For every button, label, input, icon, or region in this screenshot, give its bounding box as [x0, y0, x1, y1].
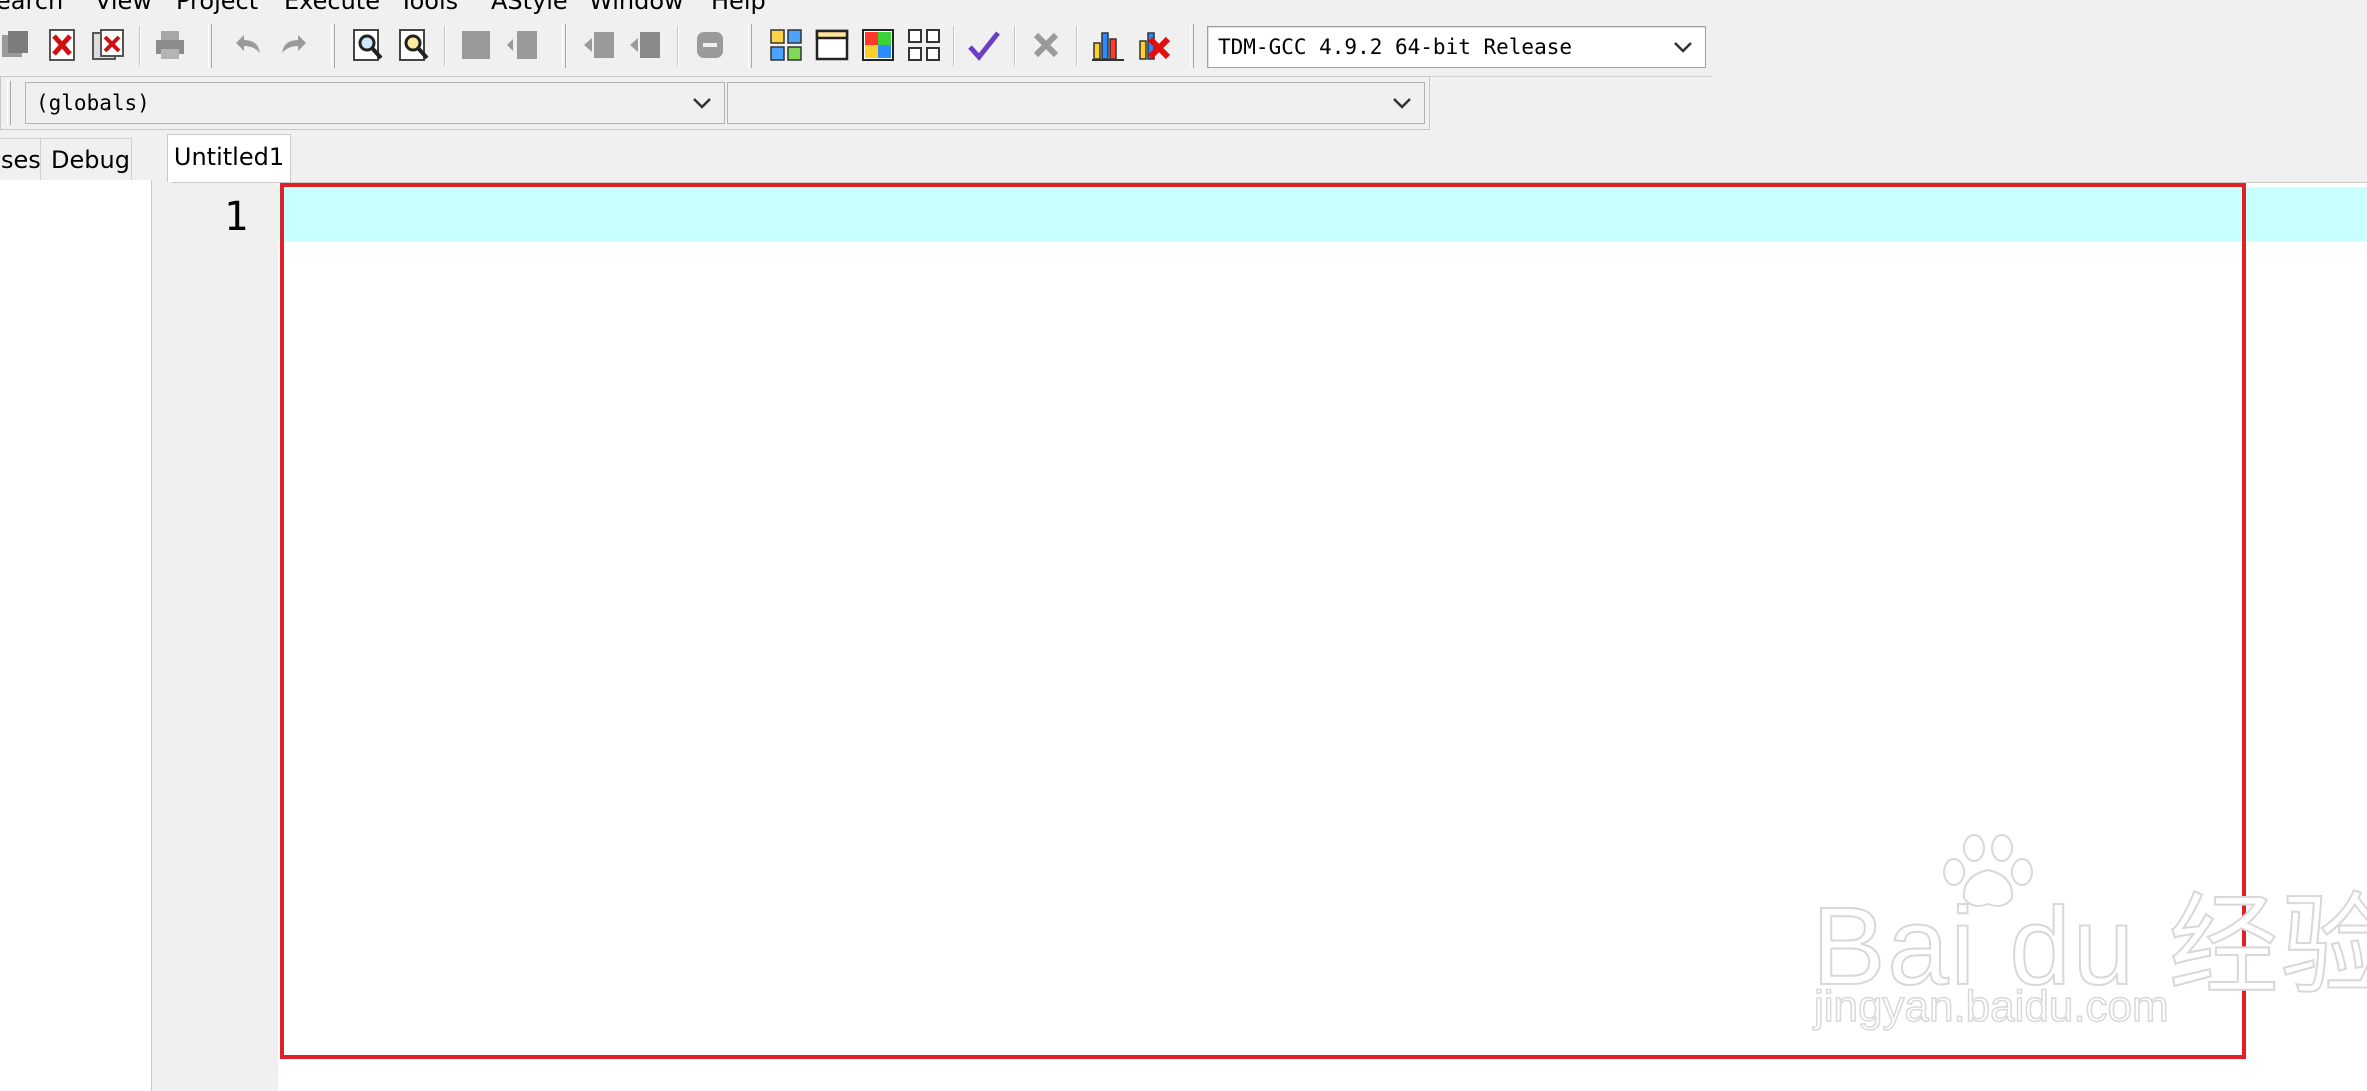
unindent-icon: [584, 32, 614, 58]
toolbar-separator: [953, 26, 955, 66]
new-class-button[interactable]: [768, 27, 804, 63]
toolbar-grip: [1190, 24, 1194, 68]
toolbar-separator: [444, 26, 446, 66]
options-button[interactable]: [906, 27, 942, 63]
line-number-gutter: 1: [172, 183, 278, 1091]
toolbar-grip: [562, 24, 566, 68]
menu-execute[interactable]: Execute: [284, 0, 380, 16]
unindent-button[interactable]: [582, 27, 618, 63]
toggle-comment-button[interactable]: [692, 27, 728, 63]
replace-icon: [399, 29, 429, 61]
line-number: 1: [223, 194, 248, 240]
close-all-button[interactable]: [0, 27, 34, 63]
chevron-down-icon: [693, 98, 711, 109]
options-icon: [908, 29, 940, 61]
undo-icon: [236, 35, 260, 53]
menu-view[interactable]: View: [95, 0, 152, 16]
compiler-select-value: TDM-GCC 4.9.2 64-bit Release: [1218, 35, 1573, 59]
menu-astyle[interactable]: AStyle: [491, 0, 568, 16]
color-button[interactable]: [860, 27, 896, 63]
menu-window[interactable]: Window: [589, 0, 684, 16]
abort-icon: [1033, 32, 1059, 58]
close-file-icon: [49, 29, 75, 61]
project-panel: ses Debug: [0, 134, 154, 1091]
color-icon: [862, 29, 894, 61]
menu-search[interactable]: earch: [0, 0, 63, 16]
code-text-area[interactable]: [278, 183, 2367, 1091]
indent-button[interactable]: [628, 27, 664, 63]
chevron-down-icon: [1393, 98, 1411, 109]
print-icon: [156, 31, 184, 59]
toolbar-grip: [331, 24, 335, 68]
code-editor[interactable]: 1: [172, 182, 2367, 1091]
toolbar-grip: [7, 81, 11, 125]
chevron-down-icon: [1674, 42, 1692, 53]
delete-profile-icon: [1139, 32, 1171, 60]
scope-select[interactable]: (globals): [25, 82, 725, 124]
close-all-files-button[interactable]: [90, 27, 126, 63]
tab-classes[interactable]: ses: [0, 138, 42, 180]
find-button[interactable]: [350, 27, 386, 63]
toolbar-separator: [677, 26, 679, 66]
indent-icon: [630, 32, 660, 58]
goto-line-icon: [462, 31, 490, 59]
goto-bookmark-icon: [507, 31, 537, 59]
goto-bookmark-button[interactable]: [504, 27, 540, 63]
menu-tools[interactable]: Tools: [399, 0, 458, 16]
check-syntax-icon: [968, 31, 1000, 61]
toolbar-grip: [208, 24, 212, 68]
replace-button[interactable]: [396, 27, 432, 63]
profile-icon: [1092, 32, 1124, 61]
project-panel-content[interactable]: [0, 180, 152, 1091]
toolbar-separator: [1076, 26, 1078, 66]
toolbar-grip: [748, 24, 752, 68]
main-toolbar: TDM-GCC 4.9.2 64-bit Release: [0, 18, 1712, 77]
editor-tab-label: Untitled1: [173, 143, 285, 171]
undo-button[interactable]: [230, 27, 266, 63]
close-file-button[interactable]: [44, 27, 80, 63]
abort-button[interactable]: [1028, 27, 1064, 63]
print-button[interactable]: [152, 27, 188, 63]
menu-help[interactable]: Help: [711, 0, 766, 16]
class-browser-toolbar: (globals): [0, 76, 1430, 130]
find-icon: [353, 29, 383, 61]
function-select[interactable]: [727, 82, 1425, 124]
delete-profile-button[interactable]: [1136, 27, 1172, 63]
new-class-icon: [770, 29, 802, 61]
compiler-select[interactable]: TDM-GCC 4.9.2 64-bit Release: [1207, 26, 1706, 68]
tab-debug-label: Debug: [51, 146, 130, 174]
close-all-icon: [2, 31, 28, 57]
menu-bar: earch View Project Execute Tools AStyle …: [0, 0, 2367, 16]
goto-line-button[interactable]: [458, 27, 494, 63]
check-syntax-button[interactable]: [966, 27, 1002, 63]
toggle-comment-icon: [697, 32, 723, 58]
window-button[interactable]: [814, 27, 850, 63]
close-all-files-icon: [92, 29, 124, 60]
tab-debug[interactable]: Debug: [40, 138, 132, 180]
redo-icon: [282, 35, 306, 53]
scope-select-value: (globals): [36, 91, 150, 115]
redo-button[interactable]: [276, 27, 312, 63]
tab-classes-label: ses: [1, 146, 41, 174]
toolbar-separator: [139, 26, 141, 66]
tab-untitled1[interactable]: Untitled1: [167, 134, 291, 182]
toolbar-separator: [1014, 26, 1016, 66]
profile-button[interactable]: [1090, 27, 1126, 63]
menu-project[interactable]: Project: [176, 0, 258, 16]
window-icon: [815, 29, 849, 61]
